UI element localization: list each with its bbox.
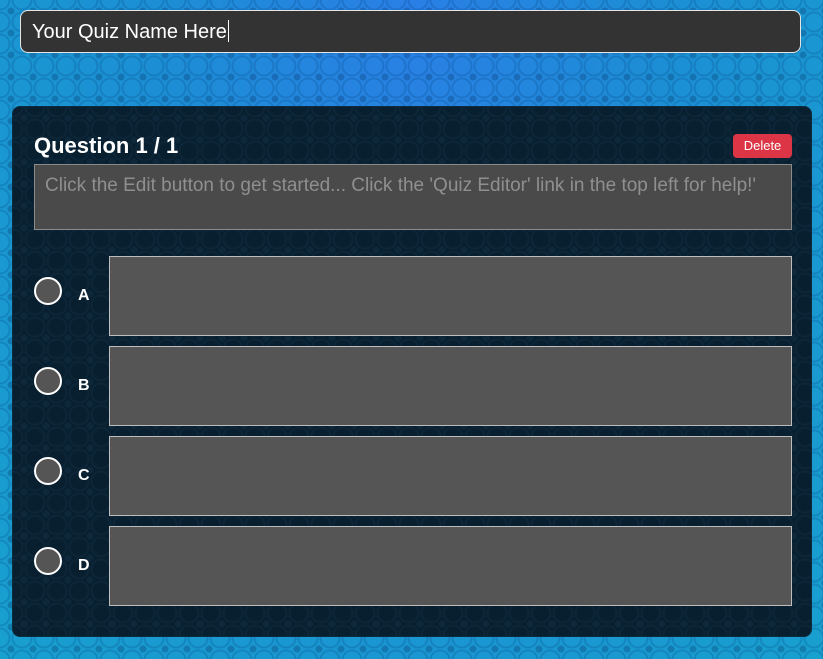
answer-d-radio[interactable]: [34, 547, 62, 575]
delete-button[interactable]: Delete: [733, 134, 792, 158]
quiz-name-text: Your Quiz Name Here: [32, 21, 227, 43]
question-text-field[interactable]: Click the Edit button to get started... …: [34, 164, 792, 230]
answer-c-radio[interactable]: [34, 457, 62, 485]
answer-a-radio[interactable]: [34, 277, 62, 305]
answer-row-c: C: [34, 436, 792, 516]
answer-c-field[interactable]: [109, 436, 792, 516]
answer-a-field[interactable]: [109, 256, 792, 336]
answer-b-field[interactable]: [109, 346, 792, 426]
quiz-name-input[interactable]: Your Quiz Name Here: [20, 10, 801, 53]
answer-row-b: B: [34, 346, 792, 426]
answer-b-letter: B: [78, 377, 90, 394]
answer-d-field[interactable]: [109, 526, 792, 606]
question-card: Question 1 / 1 Delete Click the Edit but…: [12, 106, 812, 637]
answer-b-radio[interactable]: [34, 367, 62, 395]
answer-c-letter: C: [78, 467, 90, 484]
answer-a-letter: A: [78, 287, 90, 304]
answer-d-letter: D: [78, 557, 90, 574]
answer-row-a: A: [34, 256, 792, 336]
text-cursor: [227, 20, 229, 42]
question-title: Question 1 / 1: [34, 133, 179, 158]
answer-row-d: D: [34, 526, 792, 606]
